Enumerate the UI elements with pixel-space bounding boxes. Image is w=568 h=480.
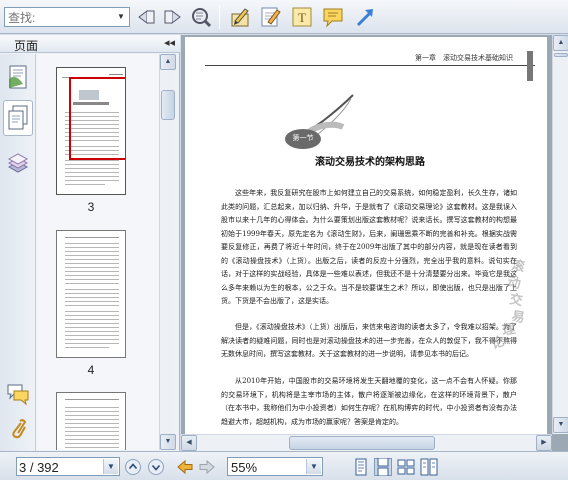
main-toolbar: ▼ T: [0, 0, 568, 34]
svg-text:滚: 滚: [510, 257, 527, 275]
scroll-up-button[interactable]: ▲: [160, 54, 176, 70]
running-header: 第一章 滚动交易技术基础知识: [415, 54, 513, 62]
single-page-icon: [355, 458, 367, 476]
document-horizontal-scrollbar[interactable]: ◀ ▶: [181, 434, 552, 451]
toolbar-separator: [219, 5, 220, 29]
thumb-header-line: [109, 74, 123, 75]
horizontal-scrollbar-thumb[interactable]: [289, 436, 435, 450]
layers-icon: [7, 153, 29, 173]
paragraph: 从2010年开始，中国股市的交易环境将发生天翻地覆的变化，这一点不会有人怀疑。你…: [221, 377, 517, 426]
facing-view-button[interactable]: [397, 458, 415, 476]
svg-text:动: 动: [506, 275, 521, 292]
attachments-icon: [12, 419, 27, 439]
page-dropdown-button[interactable]: ▼: [103, 459, 118, 474]
text-tool-icon: T: [292, 7, 312, 27]
zoom-input[interactable]: [231, 460, 301, 474]
circle-down-icon: [148, 459, 164, 475]
thumbnails-icon: [9, 65, 27, 89]
next-page-button[interactable]: [147, 458, 165, 476]
search-input[interactable]: [8, 10, 112, 25]
go-back-button[interactable]: [176, 458, 194, 476]
search-dropdown-button[interactable]: ▼: [113, 8, 129, 26]
tab-thumbnails[interactable]: [3, 60, 33, 96]
single-page-view-button[interactable]: [352, 458, 370, 476]
comment-button[interactable]: [321, 5, 345, 29]
find-previous-button[interactable]: [134, 5, 158, 29]
thumbnail-page[interactable]: [56, 230, 126, 358]
zoom-dropdown-button[interactable]: ▼: [306, 459, 321, 474]
paragraph: 但是，《滚动操盘技术》（上货）出版后，来信来电咨询的读者太多了，令我难以招架。为…: [221, 323, 517, 358]
section-label: 第一节: [292, 134, 314, 142]
continuous-view-button[interactable]: [374, 458, 392, 476]
visible-area-frame[interactable]: [69, 77, 125, 160]
paragraph: 这些年来，我反复研究在股市上如何建立自己的交易系统，如何稳定盈利，长久生存，诸如…: [221, 189, 517, 305]
continuous-page-icon: [377, 458, 389, 476]
find-previous-icon: [138, 10, 155, 24]
scroll-left-button[interactable]: ◀: [181, 435, 197, 451]
sidebar-panel: 页面 ◂◂ 3 4 ▲ ▼: [0, 35, 180, 451]
thumbnail-list: 3 4: [37, 54, 159, 450]
thumbnail-page-label: 4: [87, 363, 95, 377]
tab-attachments[interactable]: [3, 412, 33, 448]
document-vertical-scrollbar[interactable]: ▲ ▼: [552, 35, 568, 434]
comments-icon: [7, 384, 29, 406]
page-number-input[interactable]: [19, 460, 103, 474]
thumbnail-page[interactable]: [56, 392, 126, 450]
find-next-icon: [164, 10, 181, 24]
page-number-box[interactable]: ▼: [16, 457, 120, 476]
forward-arrow-icon: [199, 459, 215, 475]
find-options-icon: [192, 8, 212, 28]
scroll-right-button[interactable]: ▶: [536, 435, 552, 451]
sidebar-tab-strip: [0, 54, 36, 451]
highlight-note-icon: [261, 7, 281, 27]
bookmark-tool-button[interactable]: [228, 5, 252, 29]
navigation-bar: ▼ ▼: [0, 451, 568, 480]
document-view: 第一章 滚动交易技术基础知识 第一节 滚动交易技术的架构思路 这些年来，我反复研…: [181, 35, 568, 451]
zoom-box[interactable]: ▼: [227, 457, 323, 476]
text-tool-button[interactable]: T: [290, 5, 314, 29]
sidebar-title: 页面: [14, 39, 39, 53]
search-box[interactable]: ▼: [4, 7, 130, 27]
scroll-down-button[interactable]: ▼: [553, 417, 568, 433]
tab-pages[interactable]: [3, 100, 33, 136]
header-rule: [205, 65, 535, 66]
svg-text:T: T: [298, 10, 306, 25]
thumbnail-scrollbar[interactable]: ▲ ▼: [159, 54, 176, 450]
book-watermark-stamp: 滚 动 交 易 理 论: [489, 257, 527, 353]
thumbnail-page-label: 3: [87, 200, 95, 214]
continuous-facing-view-button[interactable]: [420, 458, 438, 476]
section-title: 滚动交易技术的架构思路: [315, 157, 425, 168]
previous-page-button[interactable]: [124, 458, 142, 476]
sidebar-header: 页面 ◂◂: [0, 35, 180, 53]
scrollbar-thumb[interactable]: [554, 53, 568, 57]
tab-layers[interactable]: [3, 146, 33, 182]
bookmark-tool-icon: [231, 8, 249, 27]
header-tab-mark: [527, 51, 533, 81]
go-forward-button[interactable]: [198, 458, 216, 476]
tab-comments[interactable]: [3, 376, 33, 412]
circle-up-icon: [125, 459, 141, 475]
highlight-note-button[interactable]: [258, 5, 282, 29]
svg-text:交: 交: [508, 291, 524, 309]
back-arrow-icon: [177, 459, 193, 475]
collapse-sidebar-button[interactable]: ◂◂: [164, 36, 175, 49]
pages-icon: [8, 105, 28, 130]
arrow-tool-button[interactable]: [353, 5, 377, 29]
facing-pages-icon: [397, 459, 415, 475]
scroll-up-button[interactable]: ▲: [553, 35, 568, 51]
scroll-down-button[interactable]: ▼: [160, 434, 176, 450]
find-options-button[interactable]: [189, 5, 213, 29]
find-next-button[interactable]: [161, 5, 185, 29]
scrollbar-thumb[interactable]: [161, 90, 175, 120]
document-page: 第一章 滚动交易技术基础知识 第一节 滚动交易技术的架构思路 这些年来，我反复研…: [185, 37, 547, 434]
comment-icon: [323, 8, 343, 28]
continuous-facing-icon: [420, 458, 438, 476]
arrow-tool-icon: [356, 9, 373, 27]
thumbnail-page[interactable]: [56, 67, 126, 195]
svg-text:理: 理: [501, 322, 516, 339]
